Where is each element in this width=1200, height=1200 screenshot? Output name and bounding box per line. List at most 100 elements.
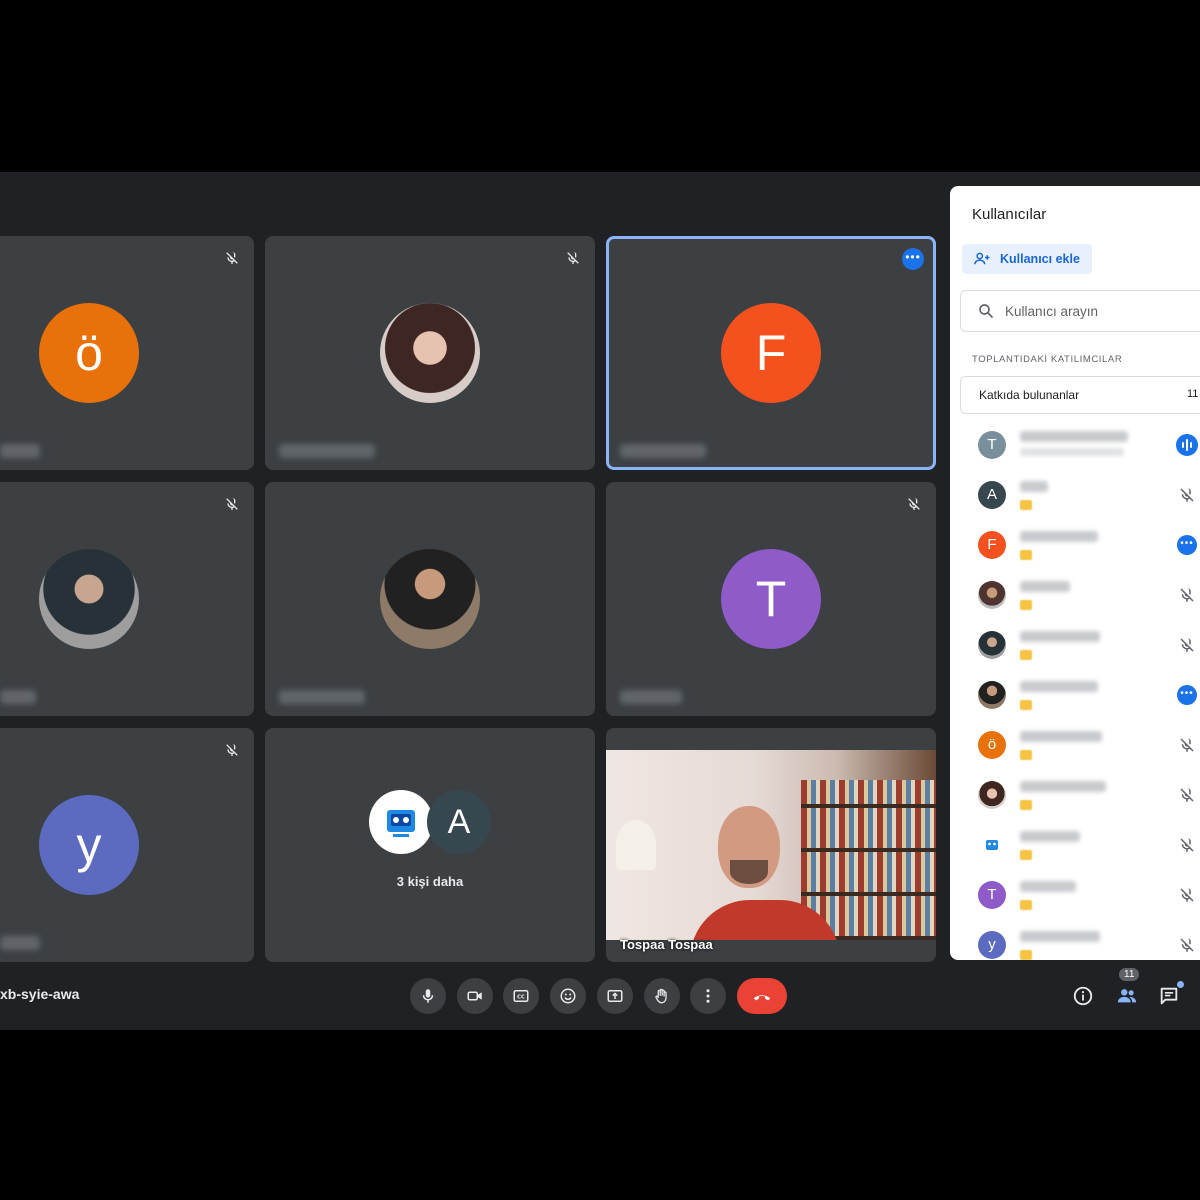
participant-tile[interactable]: ö (0, 236, 254, 470)
chat-button[interactable] (1156, 981, 1184, 1009)
participant-row[interactable]: F ••• (950, 520, 1200, 570)
more-options-button[interactable] (690, 978, 726, 1014)
participant-chip (1020, 950, 1032, 960)
camera-button[interactable] (457, 978, 493, 1014)
add-people-button[interactable]: Kullanıcı ekle (962, 244, 1092, 274)
end-call-button[interactable] (737, 978, 787, 1014)
participant-status[interactable] (1176, 734, 1198, 756)
participant-row[interactable]: y (950, 920, 1200, 960)
search-people-field[interactable]: Kullanıcı arayın (960, 290, 1200, 332)
video-tile[interactable]: Tospaa Tospaa (606, 728, 936, 962)
participant-list: T A F ••• ••• ö T y (950, 420, 1200, 960)
participant-tile[interactable] (265, 236, 595, 470)
participant-name-blurred (1020, 881, 1076, 892)
more-options-icon[interactable]: ••• (902, 248, 924, 270)
more-participants-label: 3 kişi daha (396, 874, 464, 889)
participant-avatar: T (721, 549, 821, 649)
participant-row[interactable] (950, 820, 1200, 870)
participant-logo-avatar (978, 831, 1006, 859)
participant-name-blurred (1020, 681, 1098, 692)
add-people-label: Kullanıcı ekle (1000, 252, 1080, 266)
participant-video (606, 750, 936, 940)
participant-tile[interactable]: y (0, 728, 254, 962)
participant-avatar: F (721, 303, 821, 403)
people-icon (1117, 989, 1137, 1003)
mic-off-icon (908, 497, 920, 510)
participant-subtitle-blurred (1020, 448, 1124, 456)
participant-row[interactable]: A (950, 470, 1200, 520)
participant-row[interactable] (950, 770, 1200, 820)
more-participants-tile[interactable]: A 3 kişi daha (265, 728, 595, 962)
participant-status[interactable] (1176, 934, 1198, 956)
participant-status[interactable] (1176, 784, 1198, 806)
more-options-icon: ••• (1177, 535, 1197, 555)
participant-tile-active[interactable]: ••• F (606, 236, 936, 470)
meet-window: ö ••• F T y A 3 kişi daha Tospaa Tospaa … (0, 172, 1200, 1030)
participant-avatar: F (978, 531, 1006, 559)
participant-photo-avatar (380, 549, 480, 649)
participant-row[interactable]: ••• (950, 670, 1200, 720)
participant-avatar: y (978, 931, 1006, 959)
participant-tile[interactable] (265, 482, 595, 716)
search-people-placeholder: Kullanıcı arayın (1005, 303, 1099, 319)
participant-chip (1020, 650, 1032, 660)
contributors-count: 11 (1187, 388, 1199, 400)
participant-row[interactable] (950, 570, 1200, 620)
contributors-group[interactable]: Katkıda bulunanlar 11 (960, 376, 1200, 414)
participant-name-blurred (279, 444, 375, 458)
participant-status[interactable] (1176, 834, 1198, 856)
meeting-info-button[interactable] (1070, 983, 1096, 1009)
participant-status[interactable] (1176, 484, 1198, 506)
hand-icon (655, 988, 667, 1004)
mic-off-icon (226, 251, 238, 264)
participant-status[interactable] (1176, 434, 1198, 456)
mic-off-icon (226, 497, 238, 510)
meeting-code: xb-syie-awa (0, 986, 80, 1002)
participant-row[interactable]: ö (950, 720, 1200, 770)
emoji-button[interactable] (550, 978, 586, 1014)
chat-notification-dot (1177, 981, 1184, 988)
participant-status[interactable] (1176, 634, 1198, 656)
participant-row[interactable]: T (950, 870, 1200, 920)
participant-avatar: T (978, 881, 1006, 909)
raise-hand-button[interactable] (644, 978, 680, 1014)
participant-logo-avatar (369, 790, 433, 854)
participant-status[interactable]: ••• (1176, 684, 1198, 706)
participant-name-blurred (1020, 731, 1102, 742)
camera-icon (467, 991, 482, 1001)
captions-button[interactable]: CC (503, 978, 539, 1014)
participant-photo-avatar (978, 631, 1006, 659)
participant-avatar: T (978, 431, 1006, 459)
participant-status[interactable] (1176, 884, 1198, 906)
participant-tile[interactable]: T (606, 482, 936, 716)
participant-photo-avatar (978, 581, 1006, 609)
participant-avatar: A (427, 790, 491, 854)
participant-name-blurred (0, 936, 40, 950)
participants-button[interactable]: 11 (1114, 968, 1140, 1009)
participant-row[interactable] (950, 620, 1200, 670)
participant-name-blurred (0, 690, 36, 704)
participant-avatar: y (39, 795, 139, 895)
mic-off-icon (1180, 788, 1194, 802)
participant-tile[interactable] (0, 482, 254, 716)
panel-title: Kullanıcılar (972, 206, 1047, 223)
participant-status[interactable] (1176, 584, 1198, 606)
present-icon (607, 990, 623, 1002)
participant-chip (1020, 550, 1032, 560)
mic-off-icon (1180, 738, 1194, 752)
participant-avatar: A (978, 481, 1006, 509)
present-button[interactable] (597, 978, 633, 1014)
mic-button[interactable] (410, 978, 446, 1014)
participant-name-blurred (1020, 631, 1100, 642)
participant-name-blurred (279, 690, 365, 704)
mic-off-icon (1180, 938, 1194, 952)
participant-name-blurred (1020, 431, 1128, 442)
emoji-icon (560, 988, 576, 1004)
mic-off-icon (1180, 888, 1194, 902)
video-participant-name: Tospaa Tospaa (620, 937, 713, 952)
robot-logo-icon (986, 840, 998, 850)
robot-logo-icon (387, 810, 415, 837)
participants-count-badge: 11 (1119, 968, 1140, 981)
participant-status[interactable]: ••• (1176, 534, 1198, 556)
participant-row[interactable]: T (950, 420, 1200, 470)
